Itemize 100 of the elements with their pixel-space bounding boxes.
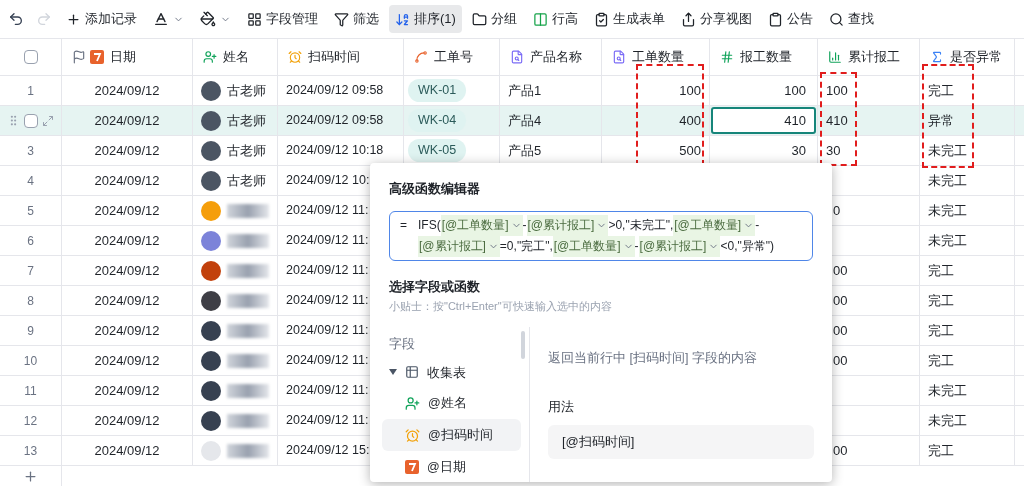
toolbar-button[interactable]: 查找 [822,5,880,33]
table-cell-text: 2024/09/12 10: [286,172,370,190]
field-option[interactable]: @姓名 [382,387,521,420]
table-cell-text: 古老师 [227,81,266,100]
table-cell-text: 500 [679,141,701,160]
table-cell-text: 2024/09/12 11: [286,232,369,250]
table-cell-text: 产品1 [508,81,542,100]
tree-group[interactable]: 收集表 [382,357,521,388]
row-number: 6 [27,232,34,250]
column-header[interactable]: 工单号 [404,39,500,75]
lookup-icon [510,50,524,64]
toolbar-button[interactable]: 生成表单 [587,5,671,33]
row-number: 7 [27,262,34,280]
row-height-icon [532,11,548,27]
table-cell-text: 完工 [928,291,954,310]
bar-chart-icon [828,50,842,64]
formula-icon [930,50,944,64]
expand-icon[interactable] [42,114,54,127]
add-row-icon[interactable] [23,468,38,484]
usage-example: [@扫码时间] [548,424,814,459]
table-cell-text: 完工 [928,441,954,460]
table-cell-text: 2024/09/12 10:18 [286,142,384,160]
table-cell-text: 2024/09/12 [94,381,160,400]
field-option[interactable]: @日期 [382,451,521,484]
row-number: 8 [27,292,34,310]
field-token[interactable]: [@累计报工] [638,235,721,257]
formula-input[interactable]: = IFS([@工单数量] -[@累计报工] >0,"未完工",[@工单数量] - [@累计报工] =0,"完工",[@工单数量] -[@累计报工] <0,"异常") [389,210,813,261]
row-number: 5 [27,202,34,220]
toolbar-button[interactable]: 排序(1) [389,5,462,33]
toolbar-button[interactable]: 公告 [761,5,819,33]
column-header[interactable]: 累计报工 [818,39,920,75]
list-heading: 字段 [388,335,416,353]
table-cell-text: 完工 [928,321,954,340]
table-cell-text: 2024/09/12 [94,171,160,190]
row-number: 1 [27,82,34,100]
column-header[interactable]: 产品名称 [500,39,602,75]
table-cell-text: 2024/09/12 [94,81,160,100]
order-tag: WK-01 [408,79,467,102]
text-color-icon [153,11,169,27]
table-cell-text: 2024/09/12 [94,111,160,130]
table-cell-text: 2024/09/12 09:58 [286,112,384,130]
row-number: 4 [27,172,34,190]
folder-icon [471,11,487,27]
table-cell-text: 完工 [928,351,954,370]
table-cell-text: 2024/09/12 [94,261,160,280]
table-row[interactable]: 3 2024/09/12 古老师 2024/09/12 10:18 WK-05 产品5 500 30 30 未完工 [0,136,1024,166]
column-header[interactable]: 扫码时间 [278,39,404,75]
table-cell-text: 古老师 [227,141,266,160]
share-icon [680,11,696,27]
redo-icon [36,11,52,27]
field-token[interactable]: [@工单数量] [673,214,756,236]
field-token[interactable]: [@累计报工] [418,235,500,257]
column-header[interactable]: 工单数量 [602,39,710,75]
table-cell-text: 100 [679,81,701,100]
table-cell-text: 2024/09/12 11: [286,322,369,340]
toolbar-button[interactable]: 字段管理 [241,5,324,33]
alarm-clock-icon [405,427,420,443]
toolbar-button[interactable]: 分享视图 [674,5,758,33]
table-cell-text: 古老师 [227,111,266,130]
clipboard-check-icon [593,11,609,27]
scrollbar-thumb[interactable] [521,330,525,359]
toolbar-button[interactable]: 分组 [465,5,523,33]
order-tag: WK-05 [408,139,467,162]
table-cell-text: 2024/09/12 [94,291,160,310]
table-cell-text: 2024/09/12 [94,141,160,160]
table-cell-text: 未完工 [928,231,967,250]
formula-text: =0,"完工", [499,238,553,253]
table-cell-text: 2024/09/12 15: [286,442,370,460]
editor-title: 高级函数编辑器 [389,180,481,198]
field-option[interactable]: @扫码时间 [382,419,521,452]
field-token[interactable]: [@工单数量] [440,214,523,236]
toolbar-button[interactable]: 添加记录 [60,5,143,33]
column-header[interactable]: 报工数量 [710,39,818,75]
tip-text: 小贴士：按"Ctrl+Enter"可快速输入选中的内容 [389,299,613,314]
row-checkbox[interactable] [24,113,38,128]
table-cell-text: 2024/09/12 [94,321,160,340]
field-token[interactable]: [@累计报工] [526,214,609,236]
table-row[interactable]: 2024/09/12 古老师 2024/09/12 09:58 WK-04 产品4 400 410 410 异常 [0,106,1024,136]
undo-icon [8,11,24,27]
paint-bucket-icon [200,11,216,27]
lookup-icon [612,50,626,64]
table-row[interactable]: 1 2024/09/12 古老师 2024/09/12 09:58 WK-01 产品1 100 100 100 完工 [0,76,1024,106]
select-all-checkbox[interactable] [23,50,38,64]
table-cell-text: 2024/09/12 09:58 [286,82,384,100]
table-cell-text: 0 [833,201,841,220]
formula-text: <0,"异常") [720,238,774,253]
table-cell-text: 2024/09/12 11: [286,292,369,310]
table-cell-text: 2024/09/12 [94,231,160,250]
table-cell-text: 未完工 [928,171,967,190]
toolbar-button[interactable]: 行高 [526,5,584,33]
table-cell-text: 古老师 [227,171,266,190]
toolbar-button[interactable]: 筛选 [328,5,385,33]
column-header[interactable]: 日期 [62,39,193,75]
usage-label: 用法 [548,398,575,417]
field-token[interactable]: [@工单数量] [552,235,635,257]
formula-text: - [634,238,639,253]
column-header[interactable]: 姓名 [193,39,278,75]
table-cell-text: 2024/09/12 11: [286,352,369,370]
column-header[interactable]: 是否异常 [920,39,1015,75]
sort-icon [395,11,410,27]
